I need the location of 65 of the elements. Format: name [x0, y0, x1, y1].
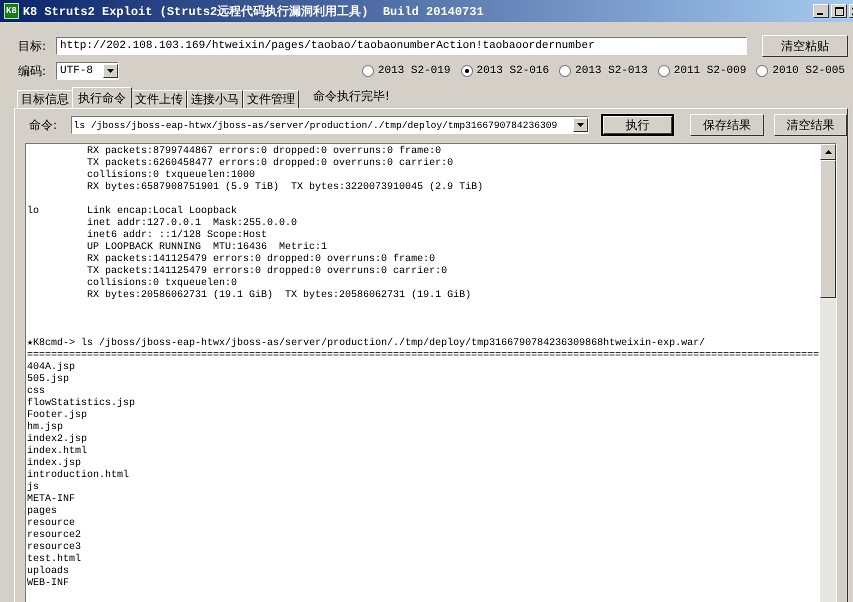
maximize-icon — [834, 6, 844, 16]
output-line: META-INF — [27, 494, 76, 505]
exploit-radio[interactable]: 2010 S2-005 — [756, 65, 845, 77]
output-line: inet6 addr: ::1/128 Scope:Host — [86, 230, 268, 241]
separator-line: ==================================================================================================================================== — [27, 350, 820, 361]
up-arrow-icon — [824, 150, 832, 154]
output-line: RX bytes:20586062731 (19.1 GiB) TX bytes:20586062731 (19.1 GiB) — [86, 290, 472, 301]
output-line: 505.jsp — [27, 374, 70, 385]
minimize-button[interactable] — [813, 4, 829, 18]
command-echo: ★K8cmd-> ls /jboss/jboss-eap-htwx/jboss-as/server/production/./tmp/deploy/tmp3166790784236309868htweixin-exp.war/ — [27, 338, 706, 349]
output-line: index.jsp — [27, 458, 82, 469]
caret-icon — [107, 69, 114, 73]
output-line: UP LOOPBACK RUNNING MTU:16436 Metric:1 — [86, 242, 328, 253]
url-field[interactable]: http://202.108.103.169/htweixin/pages/taobao/taobaonumberAction!taobaoordernumber — [56, 37, 747, 55]
output-line: uploads — [27, 566, 70, 577]
output-line: index.html — [27, 446, 88, 457]
output-line: hm.jsp — [27, 422, 64, 433]
exploit-radio[interactable]: 2013 S2-019 — [362, 65, 450, 77]
output-line: css — [27, 386, 46, 397]
window-title: K8 Struts2 Exploit (Struts2远程代码执行漏洞利用工具) Build 20140731 — [22, 4, 485, 20]
clear-paste-button[interactable]: 清空粘贴 — [762, 35, 848, 57]
app-icon: K8 — [4, 3, 19, 19]
output-line: lo Link encap:Local Loopback — [27, 206, 238, 217]
caret-icon — [576, 123, 584, 127]
command-label: 命令: — [29, 116, 58, 134]
tab[interactable]: 执行命令 — [72, 87, 132, 108]
exploit-radio[interactable]: 2013 S2-016 — [460, 65, 550, 77]
output-line: Footer.jsp — [27, 410, 88, 421]
output-line: resource2 — [27, 530, 82, 541]
output-line: introduction.html — [27, 470, 130, 481]
output-line: TX packets:141125479 errors:0 dropped:0 overruns:0 carrier:0 — [86, 266, 448, 277]
tab[interactable]: 文件上传 — [131, 90, 187, 108]
tab[interactable]: 连接小马 — [187, 90, 243, 108]
output-line: js — [27, 482, 40, 493]
exploit-radio[interactable]: 2013 S2-013 — [559, 65, 648, 77]
output-line: index2.jsp — [27, 434, 88, 445]
scroll-thumb[interactable] — [820, 160, 836, 298]
output-line: RX bytes:6587908751901 (5.9 TiB) TX bytes:3220073910045 (2.9 TiB) — [86, 182, 484, 193]
output-line: collisions:0 txqueuelen:0 — [86, 278, 238, 289]
tab[interactable]: 目标信息 — [17, 90, 73, 108]
command-dropdown[interactable]: ls /jboss/jboss-eap-htwx/jboss-as/server/production/./tmp/deploy/tmp3166790784236309 — [70, 116, 589, 134]
target-label: 目标: — [18, 38, 48, 54]
encoding-label: 编码: — [18, 62, 48, 80]
output-line: inet addr:127.0.0.1 Mask:255.0.0.0 — [86, 218, 298, 229]
encoding-dropdown[interactable]: UTF-8 — [56, 62, 119, 80]
output-line: flowStatistics.jsp — [27, 398, 136, 409]
output-line: collisions:0 txqueuelen:1000 — [86, 170, 256, 181]
maximize-button[interactable] — [831, 4, 847, 18]
tab[interactable]: 文件管理 — [243, 90, 299, 108]
status-message: 命令执行完毕! — [313, 88, 390, 105]
command-button[interactable]: 清空结果 — [774, 114, 847, 136]
command-button[interactable]: 执行 — [600, 114, 674, 136]
command-button[interactable]: 保存结果 — [690, 114, 764, 136]
output-line: 404A.jsp — [27, 362, 76, 373]
output-line: WEB-INF — [27, 578, 70, 589]
exploit-radio[interactable]: 2011 S2-009 — [658, 65, 746, 77]
output-line: RX packets:8799744867 errors:0 dropped:0 overruns:0 frame:0 — [86, 146, 442, 157]
output-line: TX packets:6260458477 errors:0 dropped:0 overruns:0 carrier:0 — [86, 158, 454, 169]
scrollbar[interactable] — [820, 144, 836, 602]
scroll-up-button[interactable] — [820, 144, 836, 160]
output-line: test.html — [27, 554, 82, 565]
output-line: pages — [27, 506, 58, 517]
output-line: RX packets:141125479 errors:0 dropped:0 overruns:0 frame:0 — [86, 254, 436, 265]
output-line: resource — [27, 518, 76, 529]
output-line: resource3 — [27, 542, 82, 553]
